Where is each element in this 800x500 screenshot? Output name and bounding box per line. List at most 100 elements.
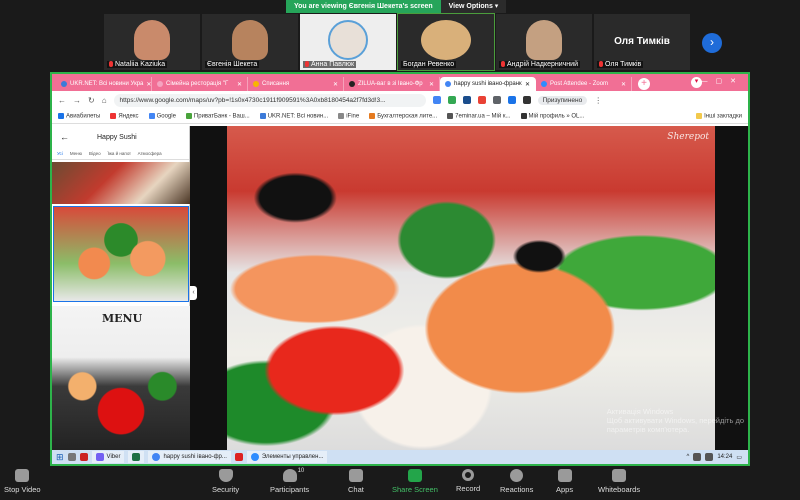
browser-tab[interactable]: Сімейна ресторація "Г ✕ — [152, 77, 248, 91]
taskbar-viber[interactable]: Viber — [91, 451, 125, 463]
taskbar-chrome[interactable]: happy sushi івано-фр... — [148, 451, 231, 463]
extension-icon[interactable] — [492, 96, 501, 104]
window-controls-icon[interactable]: —▢✕ — [701, 77, 744, 85]
bookmark-item[interactable]: UKR.NET: Всі новин... — [259, 112, 328, 119]
maps-photos-panel: ← Happy Sushi Усі Меню Відео Їжа й напої… — [52, 126, 190, 452]
stop-video-button[interactable]: Stop Video — [4, 469, 41, 494]
browser-tab[interactable]: Post Attendee - Zoom ✕ — [536, 77, 632, 91]
main-sushi-photo[interactable]: Sherepot — [227, 126, 715, 452]
place-title: Happy Sushi — [97, 133, 137, 141]
participant-tile[interactable]: Андрій Надкерничний — [496, 14, 592, 70]
more-menu-icon[interactable]: ⋮ — [594, 96, 602, 105]
notifications-icon[interactable]: ▭ — [736, 454, 742, 461]
participant-avatar — [328, 20, 368, 60]
record-icon — [462, 469, 475, 481]
extension-icon[interactable] — [432, 96, 441, 104]
participants-button[interactable]: 10 Participants — [270, 468, 309, 494]
new-tab-icon[interactable]: + — [638, 78, 650, 90]
browser-tab[interactable]: ZILUA-ваг в зі Івано-Фр ✕ — [344, 77, 440, 91]
tab-menu[interactable]: Меню — [70, 151, 82, 156]
zoom-icon — [250, 453, 259, 461]
tab-video[interactable]: Відео — [89, 151, 101, 156]
whiteboards-button[interactable]: Whiteboards — [598, 469, 640, 494]
close-tab-icon[interactable]: ✕ — [525, 81, 530, 88]
photo-thumbnail[interactable] — [52, 306, 190, 452]
share-arrow-icon — [407, 469, 422, 482]
close-tab-icon[interactable]: ✕ — [621, 81, 626, 88]
extension-icon[interactable] — [477, 96, 486, 104]
bookmark-icon — [259, 112, 266, 119]
photo-thumbnail-selected[interactable] — [53, 206, 189, 302]
tab-all[interactable]: Усі — [57, 151, 63, 156]
other-bookmarks[interactable]: Інші закладки — [696, 112, 742, 119]
browser-tab-active[interactable]: happy sushi івано-франк ✕ — [440, 77, 536, 91]
next-page-icon[interactable]: › — [702, 33, 722, 53]
browser-tab[interactable]: UKR.NET: Всі новини Укра ✕ — [56, 77, 152, 91]
tray-chevron-icon[interactable]: ^ — [686, 454, 689, 460]
bookmark-item[interactable]: Авиабилеты — [58, 112, 100, 119]
bookmark-item[interactable]: ПриватБанк - Ваш... — [185, 112, 250, 119]
participant-tile[interactable]: Євгенія Шекета — [202, 14, 298, 70]
participant-strip: Nataliia Kaziuka Євгенія Шекета Анна Пав… — [104, 13, 694, 71]
bookmarks-bar: Авиабилеты Яндекс Google ПриватБанк - Ва… — [52, 109, 748, 124]
forward-icon[interactable]: → — [73, 96, 81, 105]
back-icon[interactable]: ← — [58, 96, 66, 105]
photo-thumbnail[interactable] — [52, 162, 190, 204]
bookmark-item[interactable]: Бухгалтерская лите... — [369, 112, 437, 119]
address-bar[interactable]: https://www.google.com/maps/uv?pb=!1s0x4… — [113, 93, 426, 107]
participant-tile[interactable]: Анна Павлюк — [300, 14, 396, 70]
pinned-app-icon[interactable] — [79, 453, 88, 461]
tab-food-drinks[interactable]: Їжа й напої — [108, 151, 131, 156]
share-screen-button[interactable]: Share Screen — [392, 469, 438, 494]
apps-button[interactable]: Apps — [556, 469, 573, 494]
bookmark-item[interactable]: 7eminar.ua – Мій к... — [447, 112, 511, 119]
participant-tile[interactable]: Оля Тимків Оля Тимків — [594, 14, 690, 70]
record-button[interactable]: Record — [456, 469, 480, 493]
taskbar-zoom[interactable]: Элементы управлен... — [246, 451, 328, 463]
page-content: ← Happy Sushi Усі Меню Відео Їжа й напої… — [52, 126, 748, 452]
extension-icon[interactable] — [447, 96, 456, 104]
pdf-app-icon[interactable] — [234, 453, 243, 461]
close-tab-icon[interactable]: ✕ — [429, 81, 434, 88]
participant-tile[interactable]: Богдан Ревенко — [397, 13, 495, 71]
bookmark-item[interactable]: Google — [148, 112, 176, 119]
network-icon[interactable] — [693, 453, 702, 461]
volume-icon[interactable] — [705, 453, 714, 461]
close-tab-icon[interactable]: ✕ — [146, 81, 151, 88]
extension-icon[interactable] — [462, 96, 471, 104]
reload-icon[interactable]: ↻ — [88, 96, 95, 105]
bookmark-item[interactable]: Мій профиль » OL... — [520, 112, 584, 119]
mic-muted-icon — [501, 61, 505, 68]
participant-tile[interactable]: Nataliia Kaziuka — [104, 14, 200, 70]
zoom-share-banner: You are viewing Євгенія Шекета's screen … — [286, 0, 507, 13]
bookmark-icon — [185, 112, 192, 119]
mic-muted-icon — [109, 61, 113, 68]
extensions-puzzle-icon[interactable] — [522, 96, 531, 104]
taskbar-excel[interactable] — [128, 451, 145, 463]
security-button[interactable]: Security — [212, 469, 239, 494]
close-tab-icon[interactable]: ✕ — [237, 81, 242, 88]
windows-start-icon[interactable]: ⊞ — [56, 452, 64, 463]
viber-icon — [95, 453, 104, 461]
home-icon[interactable]: ⌂ — [102, 96, 107, 105]
bookmark-item[interactable]: Яндекс — [110, 112, 139, 119]
view-options-button[interactable]: View Options ▾ — [440, 0, 507, 13]
clock[interactable]: 14:24 — [717, 454, 732, 460]
file-explorer-icon[interactable] — [67, 453, 76, 461]
close-tab-icon[interactable]: ✕ — [333, 81, 338, 88]
back-arrow-icon[interactable]: ← — [60, 132, 69, 142]
profile-paused-button[interactable]: Призупинено — [537, 95, 588, 105]
bookmark-icon — [369, 112, 376, 119]
tab-favicon-icon — [445, 81, 451, 87]
reactions-button[interactable]: Reactions — [500, 469, 533, 494]
excel-icon — [132, 453, 141, 461]
bookmark-item[interactable]: iFine — [338, 112, 359, 119]
chat-button[interactable]: Chat — [348, 469, 364, 494]
extension-icon[interactable] — [507, 96, 516, 104]
bookmark-icon — [338, 112, 345, 119]
participant-video — [526, 20, 562, 60]
tab-atmosphere[interactable]: Атмосфера — [138, 151, 162, 156]
collapse-panel-icon[interactable]: ‹ — [190, 286, 197, 300]
browser-tab[interactable]: Списання ✕ — [248, 77, 344, 91]
tab-bar: UKR.NET: Всі новини Укра ✕ Сімейна рестор… — [52, 74, 748, 91]
